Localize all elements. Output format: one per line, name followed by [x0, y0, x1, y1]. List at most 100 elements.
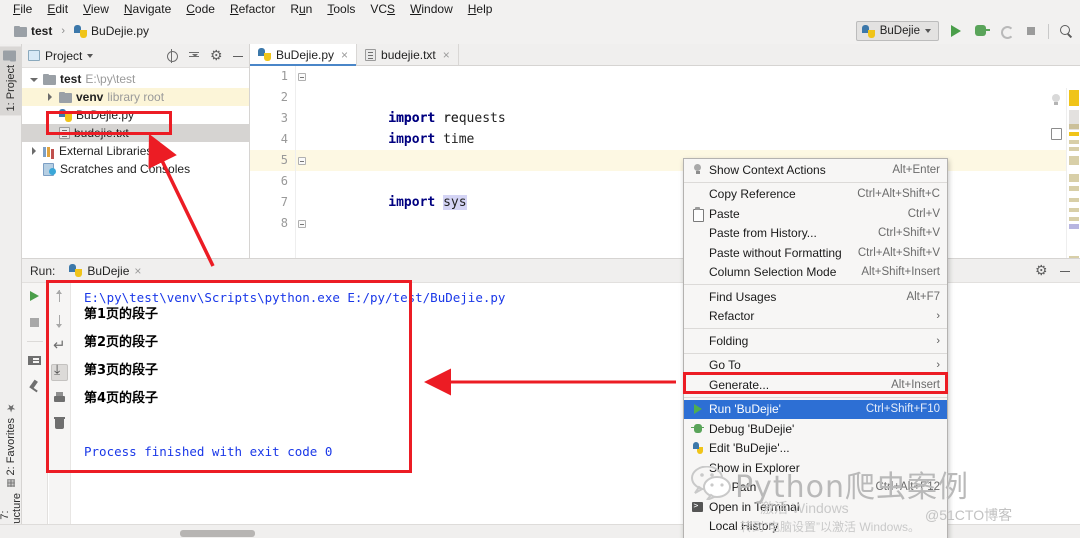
marker: [1069, 224, 1079, 229]
stop-icon[interactable]: [27, 315, 42, 330]
pin-icon[interactable]: [27, 379, 42, 394]
tab-budejie-py[interactable]: BuDejie.py ×: [250, 44, 358, 66]
up-arrow-icon[interactable]: [52, 289, 67, 304]
tree-item-budejie-txt[interactable]: budejie.txt: [22, 124, 249, 142]
context-menu-item-paste-without-formatting[interactable]: Paste without Formatting Ctrl+Alt+Shift+…: [684, 243, 947, 263]
sidebar-tab-project[interactable]: 1: Project: [0, 46, 22, 116]
breadcrumb-file[interactable]: BuDejie.py: [91, 24, 149, 38]
submenu-arrow-icon: ›: [936, 334, 940, 347]
tab-budejie-txt[interactable]: budejie.txt ×: [357, 44, 459, 65]
context-menu-item-generate[interactable]: Generate... Alt+Insert: [684, 375, 947, 395]
chevron-right-icon[interactable]: [46, 93, 55, 102]
context-menu-item-go-to[interactable]: Go To ›: [684, 356, 947, 376]
menu-separator: [684, 284, 947, 285]
tree-item-label: BuDejie.py: [76, 108, 135, 122]
horizontal-scrollbar[interactable]: [180, 530, 255, 537]
hide-icon[interactable]: [231, 49, 245, 63]
chevron-down-icon[interactable]: [30, 75, 39, 84]
menu-item-label: Go To: [709, 358, 741, 373]
run-tab-budejie[interactable]: BuDejie ×: [65, 262, 148, 283]
divider: [26, 341, 43, 342]
menu-item-window[interactable]: Window: [403, 1, 460, 17]
context-menu-item-paste-from-history[interactable]: Paste from History... Ctrl+Shift+V: [684, 224, 947, 244]
hide-icon[interactable]: [1058, 264, 1072, 278]
menu-item-edit[interactable]: Edit: [40, 1, 75, 17]
menu-item-tools[interactable]: Tools: [320, 1, 362, 17]
chevron-right-icon[interactable]: [30, 147, 39, 156]
menu-item-refactor[interactable]: Refactor: [223, 1, 282, 17]
scroll-to-end-icon[interactable]: [51, 361, 68, 381]
fold-icon[interactable]: [298, 220, 306, 228]
context-menu-item-edit-budejie[interactable]: Edit 'BuDejie'...: [684, 439, 947, 459]
context-menu-item-find-usages[interactable]: Find Usages Alt+F7: [684, 287, 947, 307]
layout-icon[interactable]: [27, 353, 42, 368]
tree-item-external-libraries[interactable]: External Libraries: [22, 142, 249, 160]
debug-icon[interactable]: [973, 23, 990, 39]
menu-separator: [684, 328, 947, 329]
project-view-icon: [28, 50, 40, 61]
context-menu-item-folding[interactable]: Folding ›: [684, 331, 947, 351]
tree-item-label: budejie.txt: [74, 126, 129, 140]
tree-item-test[interactable]: test E:\py\test: [22, 70, 249, 88]
context-menu-item-column-selection-mode[interactable]: Column Selection Mode Alt+Shift+Insert: [684, 263, 947, 283]
code-editor[interactable]: 1 2 3 4 5 6 7 8 import requests import r…: [250, 66, 1080, 258]
structure-icon: ▦: [6, 478, 16, 489]
folder-icon: [59, 91, 72, 103]
context-menu-item-debug-budejie[interactable]: Debug 'BuDejie': [684, 419, 947, 439]
locate-icon[interactable]: [165, 48, 179, 63]
fold-icon[interactable]: [298, 73, 306, 81]
wechat-logo-watermark: [691, 466, 731, 500]
intention-bulb-icon[interactable]: [1050, 94, 1062, 106]
run-tab-label: BuDejie: [87, 263, 130, 278]
code-line[interactable]: import time: [296, 108, 1080, 147]
soft-wrap-icon[interactable]: [52, 336, 67, 354]
tree-item-venv[interactable]: venv library root: [22, 88, 249, 106]
menu-item-run[interactable]: Run: [283, 1, 319, 17]
collapse-all-icon[interactable]: [187, 49, 201, 63]
menu-item-help[interactable]: Help: [461, 1, 500, 17]
menu-item-navigate[interactable]: Navigate: [117, 1, 178, 17]
settings-icon[interactable]: [1034, 262, 1048, 278]
menu-item-label: Edit 'BuDejie'...: [709, 441, 790, 456]
breadcrumb-project[interactable]: test: [31, 24, 52, 38]
menu-item-file[interactable]: File: [6, 1, 39, 17]
clear-all-icon[interactable]: [52, 416, 67, 431]
tree-item-scratches-and-consoles[interactable]: Scratches and Consoles: [22, 160, 249, 178]
code-analysis-marker-bar[interactable]: [1066, 88, 1080, 258]
menu-separator: [684, 352, 947, 354]
breadcrumb-separator: ›: [61, 25, 66, 37]
context-menu-item-show-context-actions[interactable]: Show Context Actions Alt+Enter: [684, 160, 947, 180]
code-line[interactable]: import requests: [296, 66, 1080, 126]
menu-separator: [684, 396, 947, 398]
menu-item-view[interactable]: View: [76, 1, 116, 17]
chevron-down-icon[interactable]: [87, 53, 94, 58]
sidebar-tab-project-label: 1: Project: [5, 65, 17, 112]
context-menu-item-refactor[interactable]: Refactor ›: [684, 307, 947, 327]
context-menu-item-copy-reference[interactable]: Copy Reference Ctrl+Alt+Shift+C: [684, 185, 947, 205]
run-icon[interactable]: [948, 23, 964, 39]
tree-item-budejie-py[interactable]: BuDejie.py: [22, 106, 249, 124]
code-line[interactable]: import re: [296, 87, 1080, 126]
context-menu-item-run-budejie[interactable]: Run 'BuDejie' Ctrl+Shift+F10: [684, 399, 947, 419]
sidebar-tab-favorites[interactable]: 2: Favorites ★: [0, 399, 22, 479]
menu-item-code[interactable]: Code: [179, 1, 222, 17]
no-icon: [690, 309, 705, 323]
close-icon[interactable]: ×: [443, 48, 450, 62]
clipboard-icon: [690, 206, 705, 222]
project-panel-title-group[interactable]: Project: [28, 49, 94, 63]
fold-icon[interactable]: [298, 157, 306, 165]
close-icon[interactable]: ×: [341, 48, 348, 62]
stop-icon[interactable]: [1023, 23, 1039, 39]
settings-icon[interactable]: [209, 47, 223, 63]
run-coverage-icon[interactable]: [998, 23, 1014, 39]
close-icon[interactable]: ×: [134, 264, 141, 278]
context-menu-item-paste[interactable]: Paste Ctrl+V: [684, 204, 947, 224]
rerun-icon[interactable]: [27, 289, 42, 304]
run-configuration-selector[interactable]: BuDejie: [855, 21, 939, 41]
copy-icon[interactable]: [1051, 128, 1062, 140]
search-icon[interactable]: [1058, 23, 1074, 39]
down-arrow-icon[interactable]: [52, 314, 67, 329]
print-icon[interactable]: [52, 391, 67, 406]
menu-item-vcs[interactable]: VCS: [363, 1, 402, 17]
code-line[interactable]: import io: [296, 129, 1080, 168]
